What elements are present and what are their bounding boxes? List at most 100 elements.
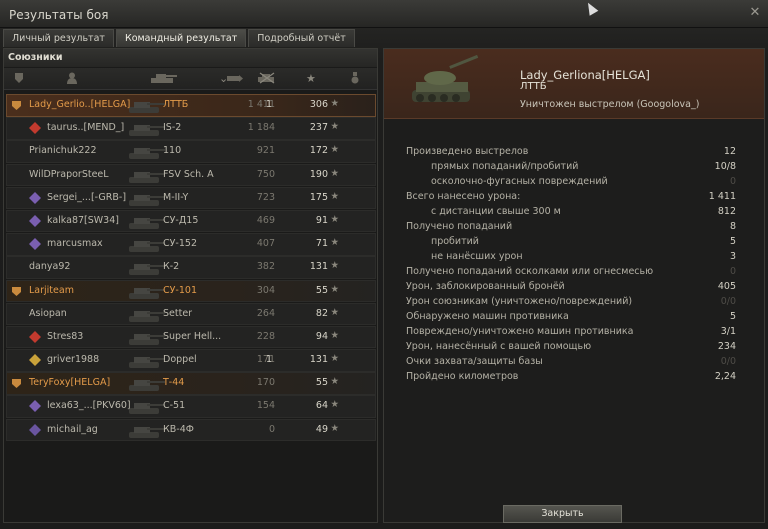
stat-value: 8 <box>729 221 736 232</box>
tab-team[interactable]: Командный результат <box>115 29 247 47</box>
team-row[interactable]: lexa63_...[PKV60] С-51 154 64 ★ <box>6 395 376 418</box>
xp-star-icon: ★ <box>330 353 339 365</box>
stat-label: осколочно-фугасных повреждений <box>431 176 608 187</box>
damage-column-icon[interactable] <box>226 72 244 86</box>
rank-badge-icon <box>29 238 41 251</box>
team-row[interactable]: griver1988 Doppel 171 1 131 ★ <box>6 349 376 372</box>
player-name[interactable]: Prianichuk222 <box>29 145 97 156</box>
xp-value: 49 <box>315 423 328 435</box>
stat-row: с дистанции свыше 300 м 812 <box>406 205 736 220</box>
vehicle-column-icon[interactable] <box>148 72 178 86</box>
team-row[interactable]: Stres83 Super Hell... 228 94 ★ <box>6 325 376 349</box>
player-name[interactable]: Lady_Gerlio..[HELGA] <box>29 99 130 110</box>
player-name[interactable]: michail_ag <box>47 424 98 435</box>
team-row[interactable]: marcusmax СУ-152 407 71 ★ <box>6 233 376 256</box>
team-row[interactable]: Lady_Gerlio..[HELGA] ЛТТБ 1 411 1 306 ★ <box>6 94 376 117</box>
xp-star-icon: ★ <box>330 167 339 179</box>
xp-star-icon: ★ <box>330 144 339 156</box>
team-row[interactable]: kalka87[SW34] СУ-Д15 469 91 ★ <box>6 209 376 233</box>
tab-detailed[interactable]: Подробный отчёт <box>248 29 355 47</box>
platoon-icon <box>12 379 21 389</box>
rank-badge-icon <box>29 400 41 413</box>
stat-row: Урон, заблокированный бронёй 405 <box>406 280 736 295</box>
xp-value: 175 <box>309 191 328 203</box>
rank-badge-icon <box>29 330 41 343</box>
damage-value: 750 <box>256 168 275 180</box>
player-name[interactable]: taurus..[MEND_] <box>47 122 124 133</box>
xp-column-icon[interactable]: ★ <box>306 72 316 86</box>
player-name[interactable]: lexa63_...[PKV60] <box>47 400 131 411</box>
platoon-icon <box>12 286 21 296</box>
player-details-panel: Lady_Gerliona[HELGA] ЛТТБ Уничтожен выст… <box>383 48 765 523</box>
player-column-icon[interactable] <box>66 72 78 86</box>
team-section-title: Союзники <box>4 49 377 67</box>
stat-row: прямых попаданий/пробитий 10/8 <box>406 160 736 175</box>
stat-label: Обнаружено машин противника <box>406 311 569 322</box>
stat-value: 5 <box>729 236 736 247</box>
team-row[interactable]: Larjiteam СУ-101 304 55 ★ <box>6 279 376 302</box>
frags-column-icon[interactable] <box>256 72 278 86</box>
stat-label: не нанёсших урон <box>431 251 523 262</box>
stat-value: 10/8 <box>714 161 736 172</box>
damage-value: 407 <box>256 238 275 250</box>
player-name[interactable]: Asiopan <box>29 308 67 319</box>
medal-column-icon[interactable] <box>350 72 360 86</box>
close-icon[interactable]: ✕ <box>748 6 762 20</box>
team-row[interactable]: WilDPraporSteeL FSV Sch. A 750 190 ★ <box>6 163 376 187</box>
tank-name: M-II-Y <box>163 191 189 203</box>
team-row[interactable]: Asiopan Setter 264 82 ★ <box>6 302 376 326</box>
team-rows: Lady_Gerlio..[HELGA] ЛТТБ 1 411 1 306 ★ taurus… <box>6 94 376 442</box>
stat-row: Пройдено километров 2,24 <box>406 370 736 385</box>
frags-value: 1 <box>266 99 273 110</box>
stat-label: Урон, нанесённый с вашей помощью <box>406 341 592 352</box>
stat-label: Всего нанесено урона: <box>406 191 521 202</box>
stat-row: Обнаружено машин противника 5 <box>406 310 736 325</box>
stat-value: 0/0 <box>720 356 736 367</box>
player-name[interactable]: Stres83 <box>47 331 83 342</box>
team-row[interactable]: Sergei_...[-GRB-] M-II-Y 723 175 ★ <box>6 186 376 210</box>
stat-value: 3/1 <box>720 326 736 337</box>
tank-name: Т-44 <box>163 377 185 389</box>
stat-label: Произведено выстрелов <box>406 146 529 157</box>
player-name[interactable]: griver1988 <box>47 354 99 365</box>
player-name[interactable]: marcusmax <box>47 238 103 249</box>
tank-name: Doppel <box>163 354 197 366</box>
xp-star-icon: ★ <box>330 213 339 225</box>
platoon-column-icon[interactable] <box>14 72 24 86</box>
player-name[interactable]: WilDPraporSteeL <box>29 169 109 180</box>
xp-value: 306 <box>309 99 328 110</box>
xp-value: 55 <box>315 284 328 296</box>
player-name[interactable]: kalka87[SW34] <box>47 215 119 226</box>
tab-personal[interactable]: Личный результат <box>3 29 114 47</box>
stat-label: Получено попаданий осколками или огнесме… <box>406 266 654 277</box>
tank-name: КВ-4Ф <box>163 423 194 435</box>
team-row[interactable]: danya92 К-2 382 131 ★ <box>6 256 376 279</box>
player-name[interactable]: Sergei_...[-GRB-] <box>47 192 126 203</box>
xp-star-icon: ★ <box>330 329 339 341</box>
tank-name: К-2 <box>163 261 180 273</box>
damage-value: 469 <box>256 214 275 226</box>
xp-value: 64 <box>315 400 328 412</box>
stat-row: пробитий 5 <box>406 235 736 250</box>
team-row[interactable]: michail_ag КВ-4Ф 0 49 ★ <box>6 418 376 442</box>
rank-badge-icon <box>29 214 41 227</box>
stat-row: Урон, нанесённый с вашей помощью 234 <box>406 340 736 355</box>
tank-name: СУ-101 <box>163 284 197 296</box>
team-row[interactable]: taurus..[MEND_] IS-2 1 184 237 ★ <box>6 117 376 140</box>
stat-row: Всего нанесено урона: 1 411 <box>406 190 736 205</box>
damage-value: 304 <box>256 284 275 296</box>
stat-row: Повреждено/уничтожено машин противника 3/… <box>406 325 736 340</box>
stat-value: 5 <box>729 311 736 322</box>
player-name[interactable]: danya92 <box>29 261 70 272</box>
xp-star-icon: ★ <box>330 190 339 202</box>
xp-star-icon: ★ <box>330 98 339 109</box>
close-button[interactable]: Закрыть <box>503 505 622 523</box>
xp-value: 190 <box>309 168 328 180</box>
player-name[interactable]: TeryFoxy[HELGA] <box>29 377 110 388</box>
player-name[interactable]: Larjiteam <box>29 285 74 296</box>
stat-value: 2,24 <box>714 371 736 382</box>
team-row[interactable]: Prianichuk222 110 921 172 ★ <box>6 140 376 163</box>
team-row[interactable]: TeryFoxy[HELGA] Т-44 170 55 ★ <box>6 372 376 395</box>
stat-label: Пройдено километров <box>406 371 519 382</box>
xp-value: 82 <box>315 307 328 319</box>
